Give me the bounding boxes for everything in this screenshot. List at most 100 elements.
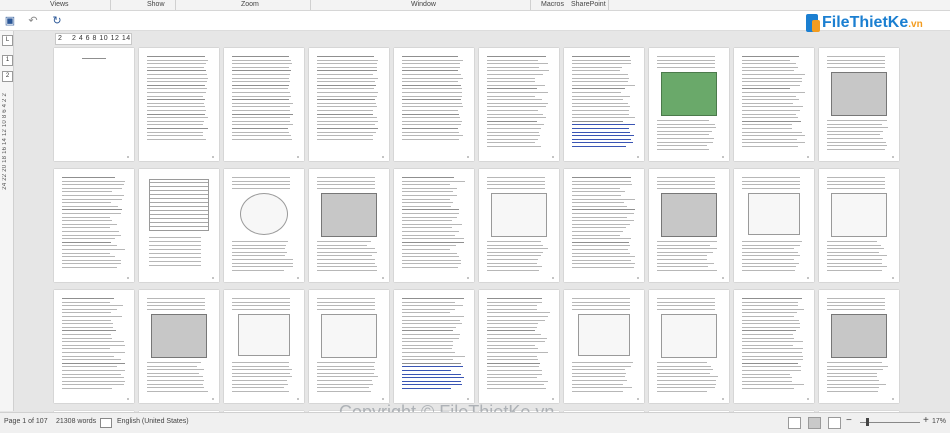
text-line xyxy=(572,209,635,211)
page-thumbnail[interactable] xyxy=(564,169,644,282)
text-line xyxy=(487,319,545,321)
text-line xyxy=(827,123,882,125)
page-thumbnail[interactable] xyxy=(819,290,899,403)
zoom-out-button[interactable]: − xyxy=(846,415,852,426)
text-line xyxy=(317,372,374,374)
page-thumbnail[interactable] xyxy=(734,48,814,161)
page-thumbnail[interactable] xyxy=(479,48,559,161)
text-line xyxy=(487,330,535,332)
ruler-view-button[interactable]: L xyxy=(2,35,13,46)
page-thumbnail[interactable] xyxy=(139,48,219,161)
read-mode-button[interactable] xyxy=(788,417,801,429)
text-line xyxy=(572,177,631,178)
page-thumbnail[interactable] xyxy=(224,48,304,161)
page-thumbnail[interactable] xyxy=(54,169,134,282)
page-thumbnail[interactable] xyxy=(309,169,389,282)
text-line xyxy=(402,74,461,75)
text-line xyxy=(827,145,887,147)
text-line xyxy=(487,95,535,97)
text-line xyxy=(827,269,882,271)
page-count[interactable]: Page 1 of 107 xyxy=(4,418,48,425)
page-thumbnail[interactable] xyxy=(394,48,474,161)
text-line xyxy=(742,138,797,140)
page-number-mark xyxy=(722,156,724,158)
page-thumbnail[interactable] xyxy=(139,290,219,403)
print-layout-button[interactable] xyxy=(808,417,821,429)
text-line xyxy=(149,241,201,242)
page-thumbnail[interactable] xyxy=(479,290,559,403)
text-line xyxy=(317,128,378,129)
text-line xyxy=(317,84,376,86)
proofing-icon[interactable] xyxy=(100,418,112,428)
text-line xyxy=(317,305,375,307)
ruler-marker-2[interactable]: 2 xyxy=(2,71,13,82)
text-line xyxy=(232,365,289,367)
word-count[interactable]: 21308 words xyxy=(56,418,96,425)
web-layout-button[interactable] xyxy=(828,417,841,429)
page-thumbnail[interactable] xyxy=(54,290,134,403)
page-thumbnail[interactable] xyxy=(564,48,644,161)
text-line xyxy=(232,251,287,253)
text-line xyxy=(487,312,550,314)
text-line xyxy=(402,220,452,222)
figure-thumbnail xyxy=(491,193,547,237)
text-line xyxy=(402,355,465,357)
page-thumbnail[interactable] xyxy=(564,290,644,403)
zoom-slider-thumb[interactable] xyxy=(866,418,869,426)
text-line xyxy=(827,130,883,132)
page-thumbnail[interactable] xyxy=(309,48,389,161)
text-line xyxy=(487,120,537,122)
language-indicator[interactable]: English (United States) xyxy=(117,418,189,425)
text-line xyxy=(147,128,208,129)
text-line xyxy=(62,341,124,343)
text-line xyxy=(317,120,378,122)
page-thumbnail[interactable] xyxy=(734,290,814,403)
text-line xyxy=(82,58,106,59)
text-line xyxy=(572,131,630,133)
undo-icon[interactable]: ↶ xyxy=(26,14,40,28)
ruler-marker-1[interactable]: 1 xyxy=(2,55,13,66)
ribbon-group-sharepoint: SharePoint xyxy=(571,1,606,8)
text-line xyxy=(402,202,453,204)
text-line xyxy=(487,355,537,357)
page-thumbnail[interactable] xyxy=(224,169,304,282)
ruler-tab-marker[interactable]: 2 xyxy=(58,35,62,42)
page-number-mark xyxy=(892,156,894,158)
text-line xyxy=(487,177,545,178)
text-line xyxy=(402,95,462,97)
zoom-in-button[interactable]: + xyxy=(923,415,929,426)
refresh-icon[interactable]: ↻ xyxy=(50,14,64,28)
text-line xyxy=(827,134,880,136)
page-thumbnail[interactable] xyxy=(819,48,899,161)
text-line xyxy=(402,301,455,303)
page-thumbnail[interactable] xyxy=(54,48,134,161)
zoom-slider-track[interactable] xyxy=(860,422,920,423)
page-thumbnail[interactable] xyxy=(394,169,474,282)
text-line xyxy=(487,255,541,257)
text-line xyxy=(742,269,795,271)
page-thumbnail[interactable] xyxy=(649,290,729,403)
page-thumbnail[interactable] xyxy=(479,169,559,282)
text-line xyxy=(149,249,201,250)
text-line xyxy=(572,146,626,147)
page-thumbnail[interactable] xyxy=(819,169,899,282)
text-line xyxy=(232,180,290,182)
page-thumbnail[interactable] xyxy=(309,290,389,403)
figure-thumbnail xyxy=(578,314,630,356)
page-thumbnail[interactable] xyxy=(224,290,304,403)
zoom-level[interactable]: 17% xyxy=(932,418,946,425)
text-line xyxy=(827,262,882,264)
page-thumbnail[interactable] xyxy=(139,169,219,282)
save-icon[interactable]: ▣ xyxy=(3,14,17,28)
page-thumbnail[interactable] xyxy=(649,48,729,161)
text-line xyxy=(232,259,293,260)
text-line xyxy=(62,187,122,189)
text-line xyxy=(657,269,717,271)
page-thumbnail[interactable] xyxy=(649,169,729,282)
text-line xyxy=(232,241,288,242)
text-line xyxy=(62,377,124,379)
page-thumbnail[interactable] xyxy=(734,169,814,282)
text-line xyxy=(232,124,293,126)
text-line xyxy=(402,359,453,361)
page-thumbnail[interactable] xyxy=(394,290,474,403)
